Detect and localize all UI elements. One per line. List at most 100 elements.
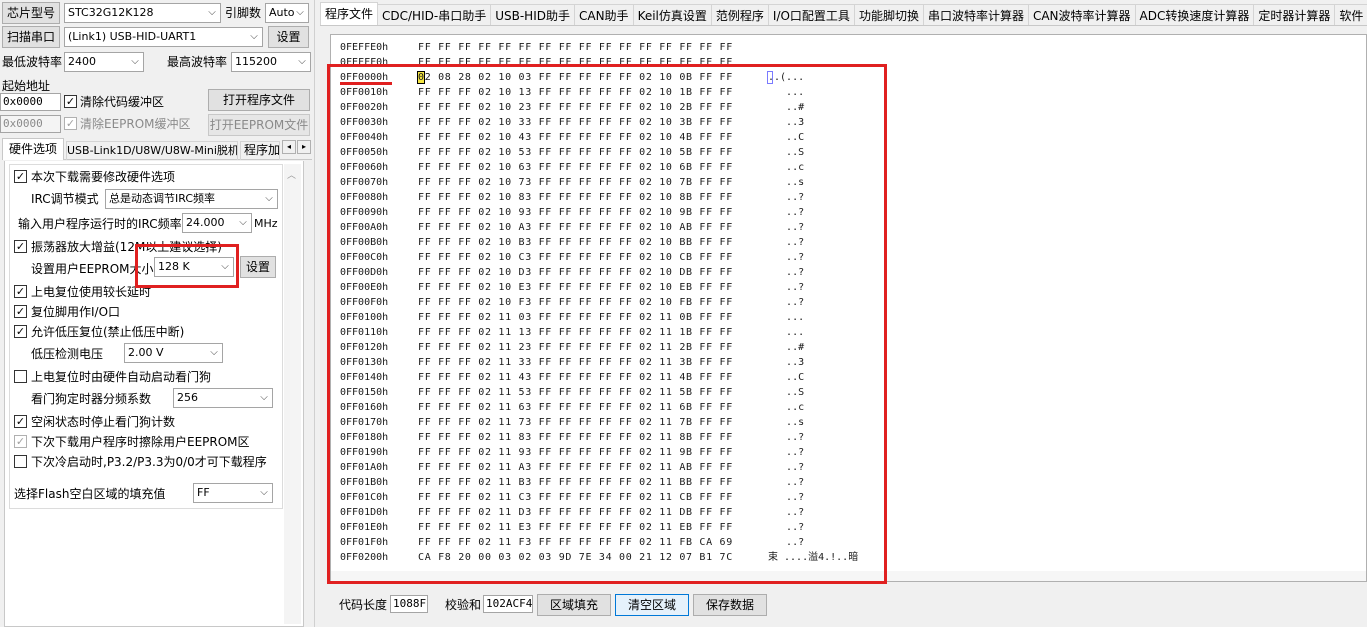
tab-5[interactable]: 范例程序 (710, 4, 769, 25)
hex-row[interactable]: 0FF01E0h FF FF FF 02 11 E3 FF FF FF FF FF… (340, 520, 1340, 535)
eeprom-size-value: 128 K (158, 260, 190, 273)
hex-editor[interactable]: 0FEFFE0h FF FF FF FF FF FF FF FF FF FF FF… (330, 34, 1367, 582)
hex-row[interactable]: 0FF00B0h FF FF FF 02 10 B3 FF FF FF FF FF… (340, 235, 1340, 250)
hex-row[interactable]: 0FF00A0h FF FF FF 02 10 A3 FF FF FF FF FF… (340, 220, 1340, 235)
save-data-button[interactable]: 保存数据 (693, 594, 767, 616)
hex-row[interactable]: 0FF0180h FF FF FF 02 11 83 FF FF FF FF FF… (340, 430, 1340, 445)
irc-mode-select[interactable]: 总是动态调节IRC频率 ⌵ (105, 189, 278, 209)
hex-row[interactable]: 0FF00D0h FF FF FF 02 10 D3 FF FF FF FF FF… (340, 265, 1340, 280)
open-program-button[interactable]: 打开程序文件 (208, 89, 310, 111)
hex-row[interactable]: 0FF0020h FF FF FF 02 10 23 FF FF FF FF FF… (340, 100, 1340, 115)
idle-watchdog-checkbox[interactable]: ✓ (14, 415, 27, 428)
hex-row[interactable]: 0FF0090h FF FF FF 02 10 93 FF FF FF FF FF… (340, 205, 1340, 220)
hex-row[interactable]: 0FF0160h FF FF FF 02 11 63 FF FF FF FF FF… (340, 400, 1340, 415)
chevron-down-icon: ⌵ (210, 347, 218, 358)
tab-10[interactable]: ADC转换速度计算器 (1134, 4, 1255, 25)
hex-row[interactable]: 0FF0050h FF FF FF 02 10 53 FF FF FF FF FF… (340, 145, 1340, 160)
chip-model-value: STC32G12K128 (68, 6, 154, 19)
osc-gain-checkbox[interactable]: ✓ (14, 240, 27, 253)
flash-fill-value: FF (197, 486, 210, 499)
clear-area-button[interactable]: 清空区域 (615, 594, 689, 616)
options-scrollbar[interactable]: ︿ (284, 164, 301, 624)
hw-watchdog-label: 上电复位时由硬件自动启动看门狗 (31, 370, 212, 384)
tab-0[interactable]: 程序文件 (320, 2, 379, 25)
hex-horizontal-scrollbar[interactable] (331, 571, 1366, 581)
chip-model-select[interactable]: STC32G12K128 ⌵ (64, 3, 221, 23)
hex-row-bytes: FF FF FF 02 11 83 FF FF FF FF FF 02 11 8… (418, 432, 733, 443)
hex-row[interactable]: 0FEFFF0h FF FF FF FF FF FF FF FF FF FF FF… (340, 55, 1340, 70)
tab-4[interactable]: Keil仿真设置 (632, 4, 712, 25)
hex-row[interactable]: 0FF00C0h FF FF FF 02 10 C3 FF FF FF FF FF… (340, 250, 1340, 265)
hex-row[interactable]: 0FF0150h FF FF FF 02 11 53 FF FF FF FF FF… (340, 385, 1340, 400)
long-delay-checkbox[interactable]: ✓ (14, 285, 27, 298)
hex-row[interactable]: 0FF0040h FF FF FF 02 10 43 FF FF FF FF FF… (340, 130, 1340, 145)
tab-1[interactable]: CDC/HID-串口助手 (377, 4, 492, 25)
hex-row[interactable]: 0FEFFE0h FF FF FF FF FF FF FF FF FF FF FF… (340, 40, 1340, 55)
hex-row[interactable]: 0FF0060h FF FF FF 02 10 63 FF FF FF FF FF… (340, 160, 1340, 175)
hex-row[interactable]: 0FF00E0h FF FF FF 02 10 E3 FF FF FF FF FF… (340, 280, 1340, 295)
hex-row[interactable]: 0FF0190h FF FF FF 02 11 93 FF FF FF FF FF… (340, 445, 1340, 460)
hex-row[interactable]: 0FF0120h FF FF FF 02 11 23 FF FF FF FF FF… (340, 340, 1340, 355)
tab-usb-link1d[interactable]: USB-Link1D/U8W/U8W-Mini脱机 (66, 141, 238, 160)
eeprom-address-input[interactable]: 0x0000 (0, 115, 61, 133)
eeprom-size-select[interactable]: 128 K ⌵ (154, 257, 234, 277)
hw-watchdog-checkbox[interactable] (14, 370, 27, 383)
cold-boot-checkbox[interactable] (14, 455, 27, 468)
chip-model-label[interactable]: 芯片型号 (2, 2, 60, 24)
hex-row[interactable]: 0FF0200h CA F8 20 00 03 02 03 9D 7E 34 00… (340, 550, 1340, 565)
flash-fill-select[interactable]: FF ⌵ (193, 483, 273, 503)
hex-row-address: 0FF01C0h (340, 492, 389, 503)
hex-row[interactable]: 0FF0140h FF FF FF 02 11 43 FF FF FF FF FF… (340, 370, 1340, 385)
tab-3[interactable]: CAN助手 (573, 4, 634, 25)
low-voltage-detect-select[interactable]: 2.00 V ⌵ (124, 343, 223, 363)
tab-6[interactable]: I/O口配置工具 (767, 4, 855, 25)
pins-select[interactable]: Auto ⌵ (265, 3, 309, 23)
hex-row-bytes: FF FF FF 02 10 23 FF FF FF FF FF 02 10 2… (418, 102, 733, 113)
tab-2[interactable]: USB-HID助手 (490, 4, 575, 25)
irc-freq-select[interactable]: 24.000 ⌵ (182, 213, 252, 233)
reset-pin-io-checkbox[interactable]: ✓ (14, 305, 27, 318)
hex-row[interactable]: 0FF01B0h FF FF FF 02 11 B3 FF FF FF FF FF… (340, 475, 1340, 490)
port-select[interactable]: (Link1) USB-HID-UART1 ⌵ (64, 27, 263, 47)
hex-row[interactable]: 0FF0080h FF FF FF 02 10 83 FF FF FF FF FF… (340, 190, 1340, 205)
erase-eeprom-checkbox[interactable]: ✓ (14, 435, 27, 448)
scroll-up-icon[interactable]: ︿ (287, 168, 296, 181)
port-settings-button[interactable]: 设置 (268, 26, 309, 48)
options-tabs: 硬件选项 USB-Link1D/U8W/U8W-Mini脱机 程序加 ◂ ▸ (2, 138, 312, 160)
hex-row[interactable]: 0FF01A0h FF FF FF 02 11 A3 FF FF FF FF FF… (340, 460, 1340, 475)
watchdog-divider-select[interactable]: 256 ⌵ (173, 388, 273, 408)
tab-scroll-left-icon[interactable]: ◂ (282, 140, 296, 154)
hex-row[interactable]: 0FF0010h FF FF FF 02 10 13 FF FF FF FF FF… (340, 85, 1340, 100)
tab-12[interactable]: 软件 (1334, 4, 1367, 25)
hex-row[interactable]: 0FF01C0h FF FF FF 02 11 C3 FF FF FF FF FF… (340, 490, 1340, 505)
panel-divider (314, 0, 315, 627)
eeprom-size-set-button[interactable]: 设置 (240, 256, 276, 278)
hex-row[interactable]: 0FF00F0h FF FF FF 02 10 F3 FF FF FF FF FF… (340, 295, 1340, 310)
hex-row[interactable]: 0FF0030h FF FF FF 02 10 33 FF FF FF FF FF… (340, 115, 1340, 130)
tab-7[interactable]: 功能脚切换 (853, 4, 924, 25)
tab-hardware-options[interactable]: 硬件选项 (2, 138, 64, 160)
max-baud-select[interactable]: 115200 ⌵ (231, 52, 311, 72)
hex-row[interactable]: 0FF0000h 02 08 28 02 10 03 FF FF FF FF FF… (340, 70, 1340, 85)
scan-port-button[interactable]: 扫描串口 (2, 26, 60, 48)
hex-row[interactable]: 0FF0170h FF FF FF 02 11 73 FF FF FF FF FF… (340, 415, 1340, 430)
tab-9[interactable]: CAN波特率计算器 (1027, 4, 1136, 25)
hex-row[interactable]: 0FF0070h FF FF FF 02 10 73 FF FF FF FF FF… (340, 175, 1340, 190)
open-eeprom-button[interactable]: 打开EEPROM文件 (208, 114, 310, 136)
hex-row[interactable]: 0FF0100h FF FF FF 02 11 03 FF FF FF FF FF… (340, 310, 1340, 325)
hex-row[interactable]: 0FF0130h FF FF FF 02 11 33 FF FF FF FF FF… (340, 355, 1340, 370)
tab-11[interactable]: 定时器计算器 (1253, 4, 1336, 25)
clear-eeprom-checkbox[interactable]: ✓ (64, 117, 77, 130)
code-address-input[interactable]: 0x0000 (0, 93, 61, 111)
fill-area-button[interactable]: 区域填充 (537, 594, 611, 616)
clear-code-checkbox[interactable]: ✓ (64, 95, 77, 108)
hex-row[interactable]: 0FF0110h FF FF FF 02 11 13 FF FF FF FF FF… (340, 325, 1340, 340)
tab-scroll-right-icon[interactable]: ▸ (297, 140, 311, 154)
modify-options-checkbox[interactable]: ✓ (14, 170, 27, 183)
hex-row[interactable]: 0FF01D0h FF FF FF 02 11 D3 FF FF FF FF FF… (340, 505, 1340, 520)
tab-program-add[interactable]: 程序加 (240, 141, 280, 160)
min-baud-select[interactable]: 2400 ⌵ (64, 52, 144, 72)
tab-8[interactable]: 串口波特率计算器 (922, 4, 1029, 25)
hex-row[interactable]: 0FF01F0h FF FF FF 02 11 F3 FF FF FF FF FF… (340, 535, 1340, 550)
low-voltage-reset-checkbox[interactable]: ✓ (14, 325, 27, 338)
